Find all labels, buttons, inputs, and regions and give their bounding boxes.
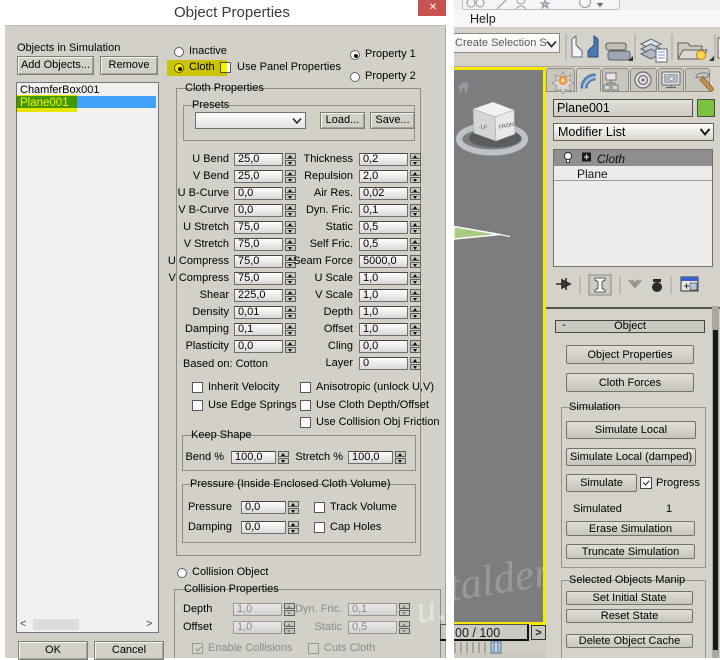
svg-text:.LF: .LF	[479, 124, 488, 131]
